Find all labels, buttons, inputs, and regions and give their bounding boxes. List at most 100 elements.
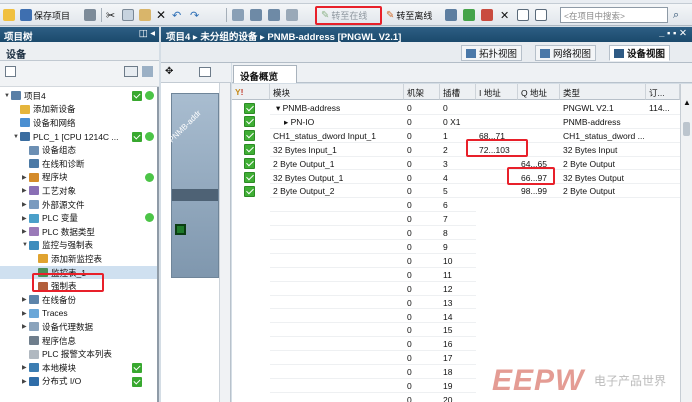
column-header-module[interactable]: 模块 — [270, 84, 404, 100]
cell-module[interactable] — [270, 379, 404, 393]
cell-module[interactable]: 32 Bytes Input_1 — [270, 143, 404, 157]
cell-rack[interactable]: 0 — [404, 323, 440, 338]
column-header-q-address[interactable]: Q 地址 — [518, 84, 560, 100]
cell-rack[interactable]: 0 — [404, 240, 440, 254]
tree-item[interactable]: ▶ 程序块 — [0, 171, 157, 185]
cell-slot[interactable]: 15 — [440, 323, 476, 338]
cell-type[interactable]: 2 Byte Output — [560, 184, 646, 199]
cell-type[interactable]: PNMB-address — [560, 115, 646, 129]
cell-rack[interactable]: 0 — [404, 129, 440, 143]
accessible-devices-button[interactable] — [445, 7, 457, 23]
column-header-i-address[interactable]: I 地址 — [476, 84, 518, 100]
cell-module[interactable] — [270, 351, 404, 366]
column-header-order[interactable]: 订... — [646, 84, 680, 100]
cell-type[interactable]: 2 Byte Output — [560, 157, 646, 171]
tree-toggle-icon[interactable]: ▶ — [22, 296, 29, 303]
cell-rack[interactable]: 0 — [404, 157, 440, 171]
tree-item[interactable]: ▶ 外部源文件 — [0, 198, 157, 212]
collapse-panel-icon[interactable]: ◫ ◂ — [139, 28, 155, 39]
tree-item[interactable]: ▶ 工艺对象 — [0, 184, 157, 198]
cell-rack[interactable]: 0 — [404, 143, 440, 157]
cell-rack[interactable]: 0 — [404, 171, 440, 185]
tree-item[interactable]: ▶ 分布式 I/O — [0, 375, 157, 389]
cut-button[interactable]: ✂ — [106, 7, 115, 23]
tree-toggle-icon[interactable]: ▶ — [22, 174, 29, 181]
stop-cpu-button[interactable] — [481, 7, 493, 23]
devices-tab[interactable]: 设备 — [0, 42, 159, 61]
cell-order[interactable] — [646, 157, 680, 171]
tree-item[interactable]: ▶ 在线备份 — [0, 293, 157, 307]
print-button[interactable] — [84, 7, 96, 23]
search-button[interactable]: ⌕ — [673, 7, 679, 23]
tree-view-icon[interactable] — [5, 66, 16, 77]
delete-button[interactable]: ✕ — [156, 7, 166, 23]
cell-module[interactable] — [270, 323, 404, 338]
split-horizontal-button[interactable] — [517, 7, 529, 23]
cell-module[interactable] — [270, 365, 404, 379]
cell-module[interactable]: 2 Byte Output_2 — [270, 184, 404, 199]
tree-item[interactable]: ▼ 项目4 — [0, 89, 157, 103]
cell-slot[interactable]: 6 — [440, 198, 476, 213]
cell-order[interactable] — [646, 115, 680, 129]
tree-item[interactable]: 在线和诊断 — [0, 157, 157, 171]
tree-item[interactable]: 添加新设备 — [0, 103, 157, 117]
tree-toggle-icon[interactable]: ▼ — [4, 93, 11, 99]
tree-toggle-icon[interactable]: ▶ — [22, 201, 29, 208]
tab-network-view[interactable]: 网络视图 — [535, 45, 597, 61]
column-header-slot[interactable]: 插槽 — [440, 84, 476, 100]
port-icon[interactable] — [175, 224, 186, 235]
tree-item[interactable]: 设备组态 — [0, 143, 157, 157]
cell-q-address[interactable] — [518, 101, 560, 115]
cell-module[interactable] — [270, 310, 404, 324]
tree-item[interactable]: 设备和网络 — [0, 116, 157, 130]
cell-slot[interactable]: 19 — [440, 379, 476, 393]
cell-slot[interactable]: 13 — [440, 296, 476, 310]
cell-slot[interactable]: 11 — [440, 268, 476, 282]
cell-order[interactable]: 114... — [646, 101, 680, 115]
redo-button[interactable]: ↷ — [190, 7, 199, 23]
save-project-button[interactable]: 保存项目 — [20, 7, 70, 23]
pointer-icon[interactable]: ✥ — [165, 66, 173, 77]
cell-order[interactable] — [646, 171, 680, 185]
tree-item[interactable]: 添加新监控表 — [0, 252, 157, 266]
cross-reference-button[interactable]: ✕ — [500, 7, 509, 23]
cell-i-address[interactable] — [476, 184, 518, 199]
cell-module[interactable] — [270, 296, 404, 310]
cell-rack[interactable]: 0 — [404, 365, 440, 379]
download-button[interactable] — [250, 7, 262, 23]
cell-rack[interactable]: 0 — [404, 351, 440, 366]
column-header-type[interactable]: 类型 — [560, 84, 646, 100]
tree-item[interactable]: ▶ Traces — [0, 307, 157, 321]
cell-module[interactable]: ▸ PN-IO — [270, 115, 404, 129]
tree-item[interactable]: ▶ 设备代理数据 — [0, 320, 157, 334]
tree-toggle-icon[interactable]: ▶ — [22, 187, 29, 194]
cell-i-address[interactable] — [476, 101, 518, 115]
cell-slot[interactable]: 20 — [440, 393, 476, 402]
split-vertical-button[interactable] — [535, 7, 547, 23]
tree-item[interactable]: 程序信息 — [0, 334, 157, 348]
cell-rack[interactable]: 0 — [404, 115, 440, 129]
cell-order[interactable] — [646, 143, 680, 157]
cell-slot[interactable]: 9 — [440, 240, 476, 254]
cell-slot[interactable]: 8 — [440, 226, 476, 240]
cell-i-address[interactable] — [476, 115, 518, 129]
tree-toggle-icon[interactable]: ▶ — [22, 364, 29, 371]
cell-slot[interactable]: 3 — [440, 157, 476, 171]
cell-slot[interactable]: 14 — [440, 310, 476, 324]
tree-item[interactable]: ▶ 本地模块 — [0, 361, 157, 375]
tree-item[interactable]: ▶ PLC 数据类型 — [0, 225, 157, 239]
cell-module[interactable] — [270, 226, 404, 240]
graph-scrollbar[interactable] — [219, 83, 230, 402]
cell-rack[interactable]: 0 — [404, 101, 440, 115]
upload-button[interactable] — [268, 7, 280, 23]
cell-module[interactable] — [270, 337, 404, 352]
tree-toggle-icon[interactable]: ▶ — [22, 323, 29, 330]
project-search-input[interactable]: <在项目中搜索> — [560, 7, 668, 23]
cell-module[interactable]: 2 Byte Output_1 — [270, 157, 404, 171]
cell-slot[interactable]: 0 — [440, 101, 476, 115]
tree-toggle-icon[interactable]: ▶ — [22, 310, 29, 317]
cell-q-address[interactable] — [518, 115, 560, 129]
cell-module[interactable] — [270, 393, 404, 402]
cell-slot[interactable]: 18 — [440, 365, 476, 379]
cell-rack[interactable]: 0 — [404, 393, 440, 402]
